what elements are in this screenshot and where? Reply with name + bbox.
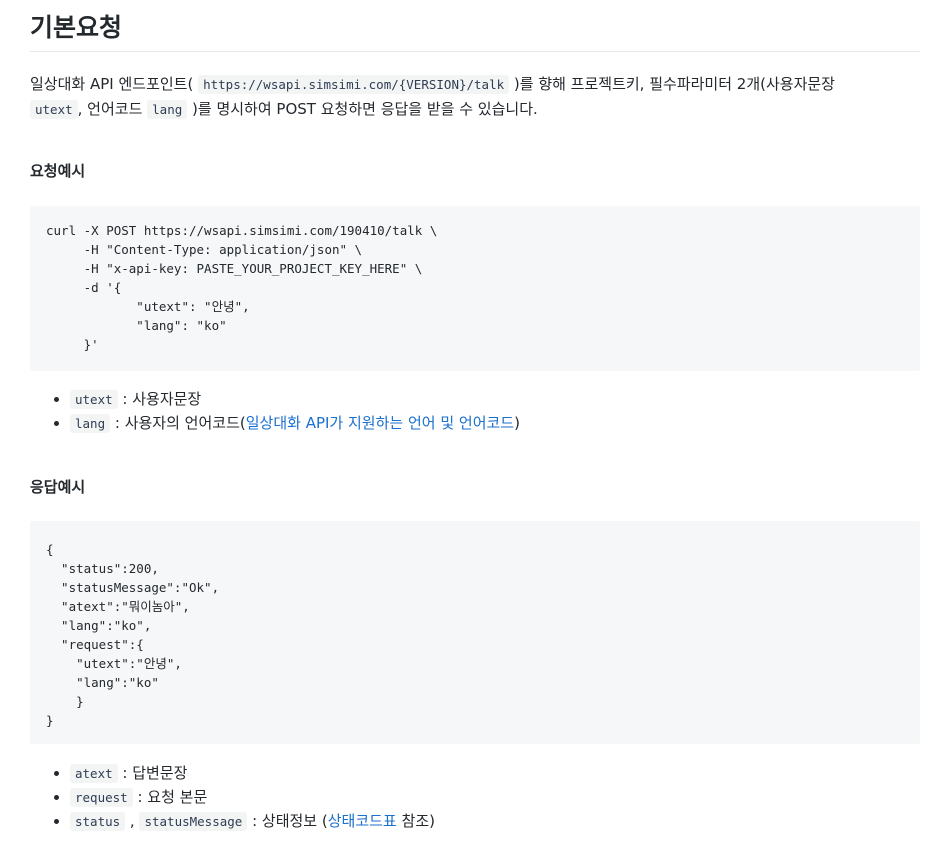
list-item: request : 요청 본문	[70, 785, 435, 809]
response-example-heading: 응답예시	[30, 478, 86, 496]
field-desc: : 상태정보 (	[247, 812, 328, 830]
intro-text-4: )를 명시하여 POST 요청하면 응답을 받을 수 있습니다.	[187, 100, 538, 118]
page-title: 기본요청	[30, 13, 123, 42]
list-item: lang : 사용자의 언어코드(일상대화 API가 지원하는 언어 및 언어코…	[70, 411, 520, 435]
list-item: status , statusMessage : 상태정보 (상태코드표 참조)	[70, 809, 435, 833]
request-code-block: curl -X POST https://wsapi.simsimi.com/1…	[30, 206, 920, 371]
doc-page: 기본요청 일상대화 API 엔드포인트( https://wsapi.simsi…	[0, 0, 947, 842]
field-code: status	[70, 812, 126, 831]
list-item: utext : 사용자문장	[70, 387, 520, 411]
param-desc-end: )	[514, 414, 520, 432]
request-param-list: utext : 사용자문장 lang : 사용자의 언어코드(일상대화 API가…	[30, 387, 520, 435]
intro-text-1: 일상대화 API 엔드포인트(	[30, 75, 199, 93]
language-codes-link[interactable]: 일상대화 API가 지원하는 언어 및 언어코드	[246, 414, 514, 432]
param-desc: : 사용자문장	[117, 390, 202, 408]
lang-code: lang	[147, 100, 188, 119]
field-code: request	[70, 788, 133, 807]
field-sep: ,	[125, 812, 140, 830]
intro-text-3: , 언어코드	[77, 100, 148, 118]
field-code: atext	[70, 764, 118, 783]
status-codes-link[interactable]: 상태코드표	[328, 812, 397, 830]
field-desc: : 요청 본문	[132, 788, 208, 806]
intro-text-2: )를 향해 프로젝트키, 필수파라미터 2개(사용자문장	[509, 75, 835, 93]
endpoint-code: https://wsapi.simsimi.com/{VERSION}/talk	[198, 75, 510, 94]
request-example-heading: 요청예시	[30, 162, 86, 180]
param-desc: : 사용자의 언어코드(	[110, 414, 246, 432]
param-code: utext	[70, 390, 118, 409]
response-field-list: atext : 답변문장 request : 요청 본문 status , st…	[30, 761, 435, 833]
field-code: statusMessage	[139, 812, 248, 831]
utext-code: utext	[30, 100, 78, 119]
param-code: lang	[70, 414, 111, 433]
field-desc: : 답변문장	[117, 764, 188, 782]
intro-paragraph: 일상대화 API 엔드포인트( https://wsapi.simsimi.co…	[30, 72, 920, 122]
response-code-block: { "status":200, "statusMessage":"Ok", "a…	[30, 521, 920, 744]
field-desc-end: 참조)	[396, 812, 435, 830]
title-divider	[30, 51, 920, 52]
list-item: atext : 답변문장	[70, 761, 435, 785]
